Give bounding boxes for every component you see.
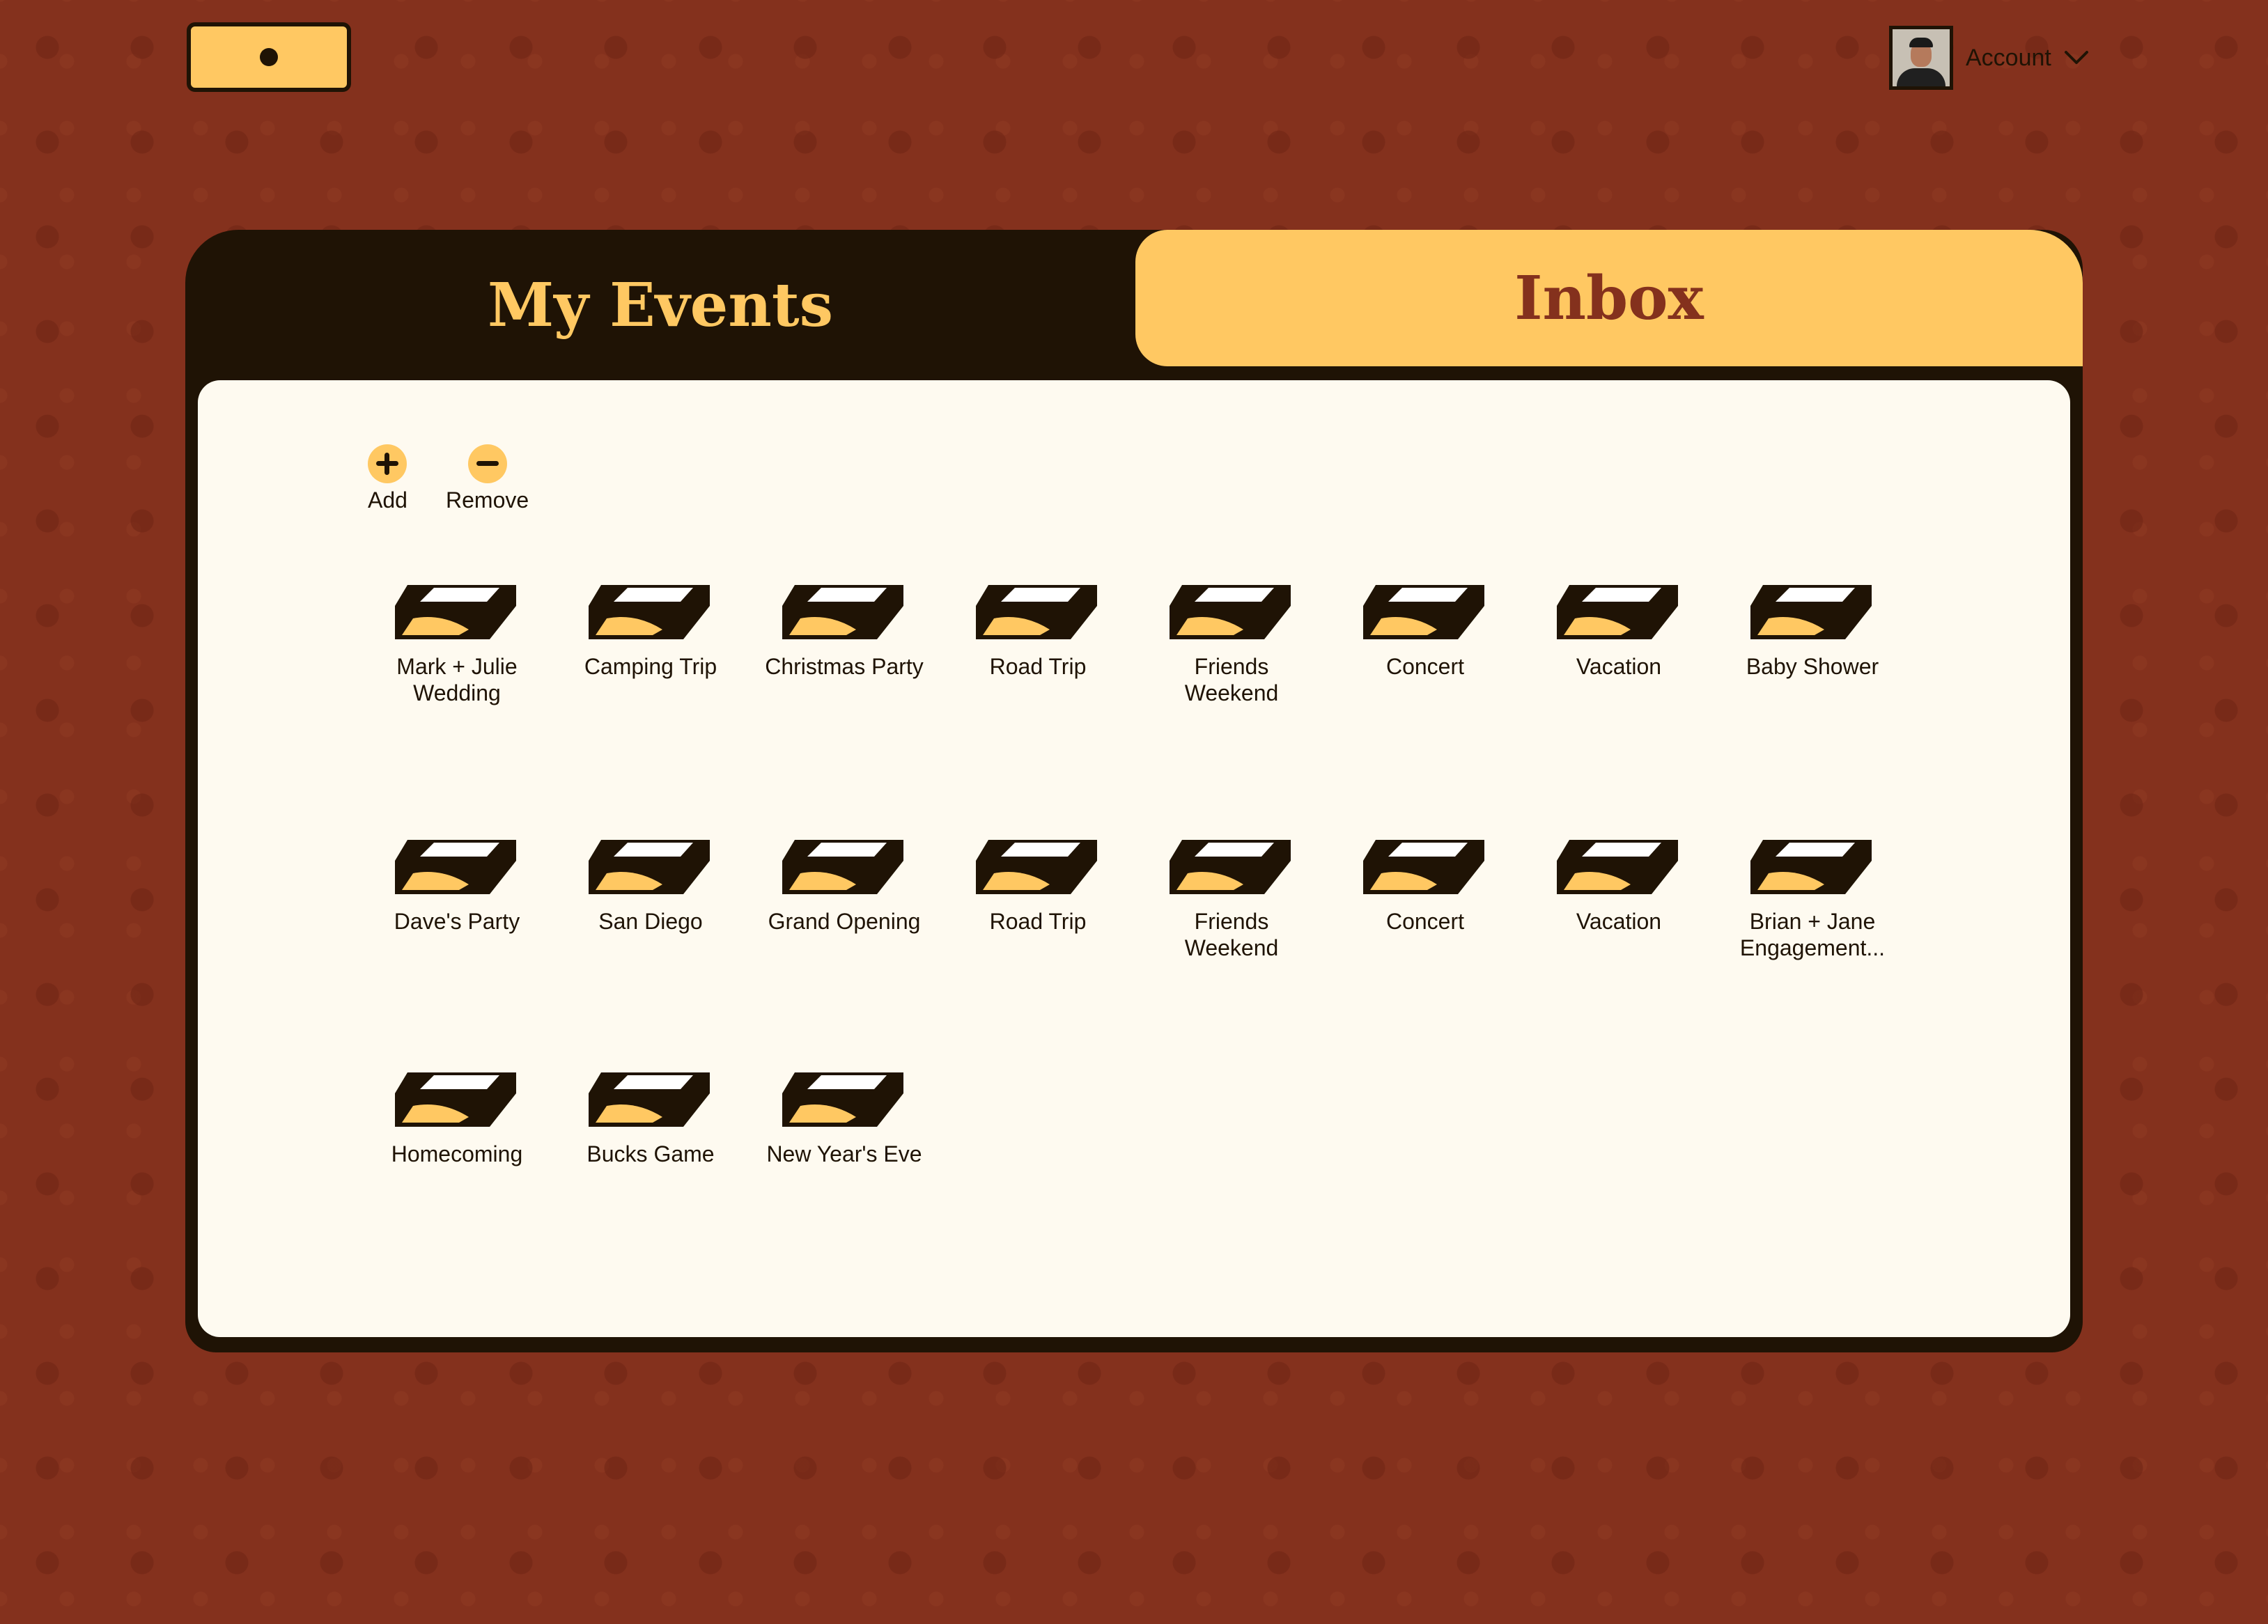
event-label: Road Trip — [989, 909, 1087, 934]
event-item[interactable]: Road Trip — [947, 578, 1128, 680]
event-box-icon[interactable] — [392, 578, 522, 641]
event-item[interactable]: Friends Weekend — [1141, 578, 1322, 706]
event-box-icon[interactable] — [779, 833, 909, 896]
event-label: Camping Trip — [584, 654, 717, 679]
event-item[interactable]: Grand Opening — [754, 833, 935, 935]
event-label: Vacation — [1576, 654, 1662, 679]
event-label: San Diego — [598, 909, 703, 934]
event-item[interactable]: Dave's Party — [366, 833, 547, 935]
event-box-icon[interactable] — [1360, 833, 1490, 896]
remove-button[interactable]: Remove — [446, 444, 529, 513]
event-label: Friends Weekend — [1184, 909, 1279, 960]
event-box-icon[interactable] — [1748, 833, 1877, 896]
event-label: New Year's Eve — [766, 1141, 922, 1166]
event-box-icon[interactable] — [779, 578, 909, 641]
event-item[interactable]: Road Trip — [947, 833, 1128, 935]
plus-icon[interactable] — [368, 444, 407, 483]
event-box-icon[interactable] — [392, 1065, 522, 1128]
event-box-icon[interactable] — [586, 833, 715, 896]
remove-label: Remove — [446, 487, 529, 513]
event-item[interactable]: Baby Shower — [1722, 578, 1903, 680]
event-label: Road Trip — [989, 654, 1087, 679]
event-item[interactable]: San Diego — [560, 833, 741, 935]
event-label: Homecoming — [391, 1141, 523, 1166]
event-label: Christmas Party — [765, 654, 924, 679]
logo-dot-icon — [260, 48, 278, 66]
events-panel: My Events Inbox Add Remove Mark + Julie … — [185, 230, 2083, 1352]
event-item[interactable]: Friends Weekend — [1141, 833, 1322, 961]
event-label: Concert — [1385, 909, 1465, 934]
event-label: Bucks Game — [587, 1141, 715, 1166]
event-box-icon[interactable] — [586, 578, 715, 641]
event-box-icon[interactable] — [973, 833, 1103, 896]
avatar-body — [1897, 68, 1945, 86]
tab-inbox[interactable]: Inbox — [1135, 230, 2083, 366]
event-box-icon[interactable] — [1554, 578, 1684, 641]
tab-inbox-label: Inbox — [1514, 263, 1704, 334]
chevron-down-icon[interactable] — [2064, 50, 2089, 65]
event-item[interactable]: Vacation — [1528, 578, 1709, 680]
add-label: Add — [368, 487, 407, 513]
event-item[interactable]: Homecoming — [366, 1065, 547, 1167]
event-item[interactable]: Christmas Party — [754, 578, 935, 680]
event-item[interactable]: Bucks Game — [560, 1065, 741, 1167]
account-menu[interactable]: Account — [1889, 25, 2089, 91]
events-content: Add Remove Mark + Julie Wedding Camping T… — [198, 380, 2070, 1337]
event-box-icon[interactable] — [1167, 578, 1296, 641]
avatar-cap — [1909, 38, 1933, 47]
event-label: Friends Weekend — [1184, 654, 1279, 705]
minus-icon[interactable] — [467, 444, 507, 483]
event-item[interactable]: New Year's Eve — [754, 1065, 935, 1167]
event-box-icon[interactable] — [1167, 833, 1296, 896]
logo[interactable] — [187, 22, 351, 92]
event-label: Vacation — [1576, 909, 1662, 934]
event-label: Mark + Julie Wedding — [396, 654, 518, 705]
tab-my-events[interactable]: My Events — [185, 230, 1135, 380]
event-box-icon[interactable] — [973, 578, 1103, 641]
avatar[interactable] — [1889, 26, 1953, 90]
event-item[interactable]: Vacation — [1528, 833, 1709, 935]
event-item[interactable]: Brian + Jane Engagement... — [1722, 833, 1903, 961]
add-button[interactable]: Add — [368, 444, 407, 513]
event-box-icon[interactable] — [779, 1065, 909, 1128]
event-box-icon[interactable] — [392, 833, 522, 896]
tab-my-events-label: My Events — [487, 270, 833, 341]
event-item[interactable]: Mark + Julie Wedding — [366, 578, 547, 706]
event-box-icon[interactable] — [1554, 833, 1684, 896]
event-item[interactable]: Concert — [1335, 833, 1516, 935]
event-label: Concert — [1385, 654, 1465, 679]
event-item[interactable]: Concert — [1335, 578, 1516, 680]
account-label[interactable]: Account — [1966, 45, 2051, 72]
event-box-icon[interactable] — [586, 1065, 715, 1128]
event-item[interactable]: Camping Trip — [560, 578, 741, 680]
event-label: Brian + Jane Engagement... — [1739, 909, 1886, 960]
event-label: Grand Opening — [768, 909, 921, 934]
event-label: Baby Shower — [1746, 654, 1879, 679]
event-label: Dave's Party — [394, 909, 520, 934]
event-box-icon[interactable] — [1360, 578, 1490, 641]
event-box-icon[interactable] — [1748, 578, 1877, 641]
